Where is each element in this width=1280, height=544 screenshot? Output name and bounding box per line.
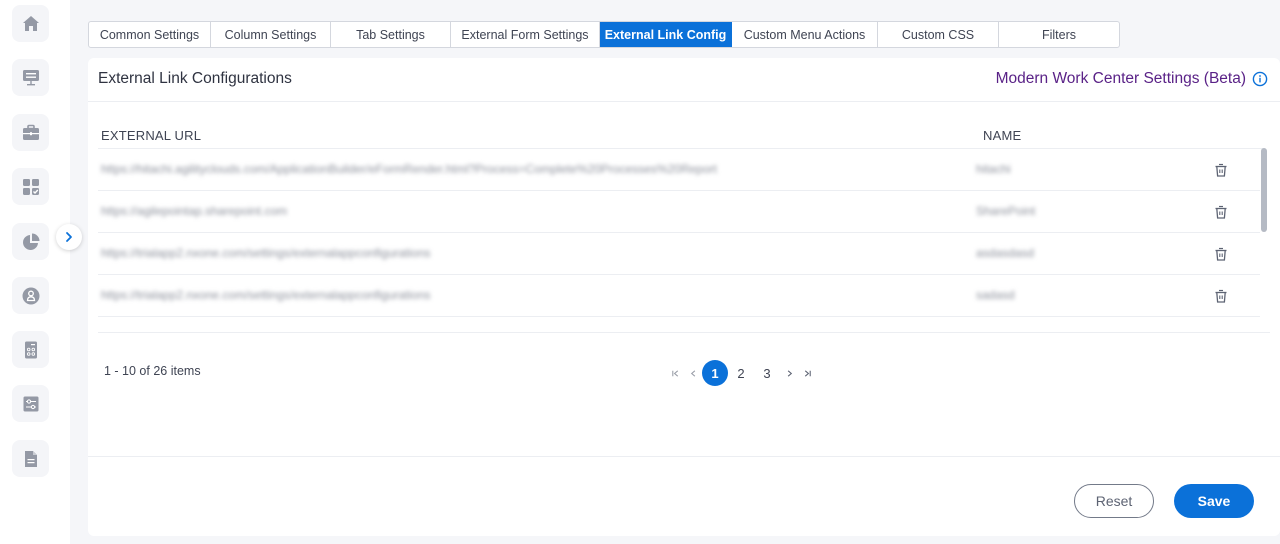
- chevron-left-icon: [690, 369, 695, 377]
- briefcase-icon: [22, 124, 39, 140]
- pie-chart-icon: [22, 233, 39, 250]
- table-row[interactable]: https://trialapp2.nxone.com/settings/ext…: [98, 233, 1260, 275]
- pagination-info: 1 - 10 of 26 items: [104, 364, 201, 378]
- cell-name: hitachi: [976, 162, 1011, 176]
- beta-settings-title: Modern Work Center Settings (Beta): [995, 70, 1246, 87]
- tab-custom-css[interactable]: Custom CSS: [878, 22, 999, 47]
- document-icon: [24, 450, 37, 467]
- column-header-name[interactable]: NAME: [983, 128, 1021, 143]
- prev-page-button[interactable]: [684, 361, 702, 385]
- tab-external-link-config[interactable]: External Link Config: [600, 22, 732, 47]
- user-icon: [22, 287, 39, 304]
- cell-external-url: https://trialapp2.nxone.com/settings/ext…: [101, 288, 431, 302]
- tab-filters[interactable]: Filters: [999, 22, 1119, 47]
- last-page-icon: [804, 369, 811, 377]
- dashboard-check-icon: [22, 178, 39, 195]
- column-header-external-url[interactable]: EXTERNAL URL: [101, 128, 201, 143]
- trash-icon[interactable]: [1213, 204, 1229, 220]
- next-page-button[interactable]: [780, 361, 798, 385]
- expand-sidebar-button[interactable]: [56, 224, 82, 250]
- info-icon[interactable]: [1252, 71, 1268, 87]
- cell-external-url: https://agilepointap.sharepoint.com: [101, 204, 288, 218]
- cell-external-url: https://hitachi.agilityclouds.com/Applic…: [101, 162, 717, 176]
- page-button-1[interactable]: 1: [702, 360, 728, 386]
- trash-icon[interactable]: [1213, 288, 1229, 304]
- sliders-icon: [23, 396, 38, 411]
- sidebar-item-home[interactable]: [12, 5, 49, 42]
- last-page-button[interactable]: [798, 361, 816, 385]
- sidebar-item-document[interactable]: [12, 440, 49, 477]
- main-content: Common Settings Column Settings Tab Sett…: [70, 0, 1280, 544]
- sidebar-item-monitor-list[interactable]: [12, 59, 49, 96]
- tab-tab-settings[interactable]: Tab Settings: [331, 22, 451, 47]
- save-button[interactable]: Save: [1174, 484, 1254, 518]
- external-link-card: External Link Configurations Modern Work…: [88, 58, 1280, 536]
- first-page-button[interactable]: [666, 361, 684, 385]
- sidebar-item-briefcase[interactable]: [12, 114, 49, 151]
- card-header: External Link Configurations Modern Work…: [88, 58, 1280, 102]
- sidebar-item-user[interactable]: [12, 277, 49, 314]
- tab-external-form-settings[interactable]: External Form Settings: [451, 22, 600, 47]
- links-table-body: https://hitachi.agilityclouds.com/Applic…: [98, 149, 1260, 317]
- table-row[interactable]: https://trialapp2.nxone.com/settings/ext…: [98, 275, 1260, 317]
- cell-name: sadasd: [976, 288, 1015, 302]
- settings-tabs: Common Settings Column Settings Tab Sett…: [88, 21, 1120, 48]
- trash-icon[interactable]: [1213, 162, 1229, 178]
- cell-name: asdasdasd: [976, 246, 1035, 260]
- sidebar-item-reports[interactable]: [12, 223, 49, 260]
- chevron-right-icon: [787, 369, 792, 377]
- home-icon: [22, 15, 39, 31]
- calculator-icon: [24, 341, 37, 358]
- sidebar-item-dashboard[interactable]: [12, 168, 49, 205]
- table-row[interactable]: https://hitachi.agilityclouds.com/Applic…: [98, 149, 1260, 191]
- tab-column-settings[interactable]: Column Settings: [211, 22, 331, 47]
- page-button-2[interactable]: 2: [728, 360, 754, 386]
- tab-custom-menu-actions[interactable]: Custom Menu Actions: [732, 22, 878, 47]
- page-button-3[interactable]: 3: [754, 360, 780, 386]
- trash-icon[interactable]: [1213, 246, 1229, 262]
- chevron-right-icon: [66, 232, 72, 242]
- table-bottom-divider: [98, 332, 1270, 333]
- cell-name: SharePoint: [976, 204, 1036, 218]
- table-scrollbar[interactable]: [1261, 148, 1267, 232]
- pagination: 1 2 3: [666, 360, 816, 386]
- first-page-icon: [671, 369, 678, 377]
- cell-external-url: https://trialapp2.nxone.com/settings/ext…: [101, 246, 431, 260]
- reset-button[interactable]: Reset: [1074, 484, 1154, 518]
- card-title: External Link Configurations: [98, 70, 292, 87]
- monitor-list-icon: [22, 69, 39, 85]
- tab-common-settings[interactable]: Common Settings: [89, 22, 211, 47]
- footer-divider: [88, 456, 1280, 457]
- table-row[interactable]: https://agilepointap.sharepoint.com Shar…: [98, 191, 1260, 233]
- sidebar-item-settings[interactable]: [12, 385, 49, 422]
- sidebar: [0, 0, 70, 544]
- sidebar-item-calculator[interactable]: [12, 331, 49, 368]
